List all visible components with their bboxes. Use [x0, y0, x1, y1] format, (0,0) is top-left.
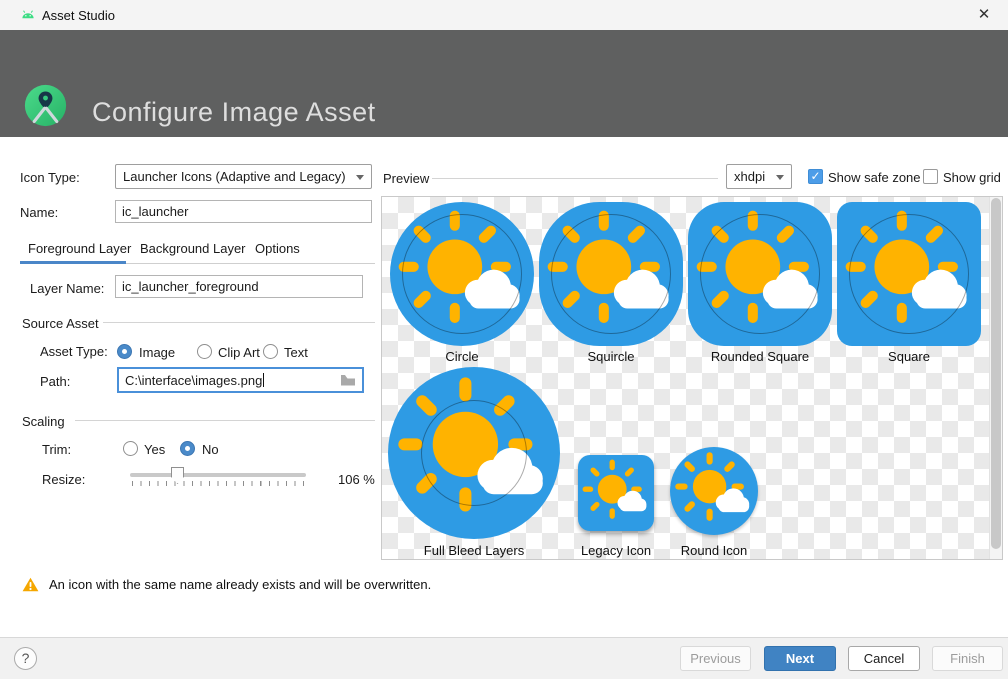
safe-zone-ring [402, 214, 523, 335]
preview-tile-round [670, 447, 758, 535]
name-input[interactable]: ic_launcher [115, 200, 372, 223]
icon-type-label: Icon Type: [20, 170, 80, 185]
tile-label-squircle: Squircle [588, 349, 635, 364]
slider-track[interactable] [130, 473, 306, 477]
radio-text-label[interactable]: Text [284, 345, 308, 360]
warning-message: An icon with the same name already exist… [22, 577, 431, 592]
name-value: ic_launcher [122, 204, 189, 219]
close-icon[interactable]: ✕ [970, 4, 998, 26]
radio-image-label[interactable]: Image [139, 345, 175, 360]
dialog-header: Configure Image Asset [0, 30, 1008, 137]
tile-label-legacy: Legacy Icon [581, 543, 651, 558]
layer-name-value: ic_launcher_foreground [122, 279, 259, 294]
preview-tile-legacy [578, 455, 654, 531]
density-value: xhdpi [734, 169, 765, 184]
warning-icon [22, 577, 39, 592]
folder-browse-icon[interactable] [340, 374, 356, 387]
warning-text: An icon with the same name already exist… [49, 577, 431, 592]
app-icon-squircle [539, 202, 683, 346]
preview-tile-rounded-square [688, 202, 832, 346]
name-label: Name: [20, 205, 58, 220]
path-label: Path: [40, 374, 70, 389]
preview-divider [432, 178, 718, 179]
help-icon[interactable]: ? [14, 647, 37, 670]
safe-zone-ring [551, 214, 672, 335]
resize-label: Resize: [42, 472, 85, 487]
tile-label-rounded-square: Rounded Square [711, 349, 809, 364]
finish-button: Finish [932, 646, 1003, 671]
path-value: C:\interface\images.png [125, 373, 262, 388]
asset-type-label: Asset Type: [40, 344, 108, 359]
radio-clip-art[interactable] [197, 344, 212, 359]
window-title: Asset Studio [42, 8, 115, 23]
layer-name-input[interactable]: ic_launcher_foreground [115, 275, 363, 298]
slider-ticks [132, 481, 304, 486]
radio-image[interactable] [117, 344, 132, 359]
trim-label: Trim: [42, 442, 71, 457]
radio-trim-yes[interactable] [123, 441, 138, 456]
radio-clip-art-label[interactable]: Clip Art [218, 345, 260, 360]
app-icon-round [670, 447, 758, 535]
cancel-button[interactable]: Cancel [848, 646, 920, 671]
scrollbar-thumb[interactable] [991, 198, 1001, 549]
android-head-icon [20, 7, 36, 23]
title-bar: Asset Studio ✕ [0, 0, 1008, 30]
layer-name-label: Layer Name: [30, 281, 104, 296]
icon-type-value: Launcher Icons (Adaptive and Legacy) [123, 169, 346, 184]
tile-label-square: Square [888, 349, 930, 364]
chevron-down-icon [356, 175, 364, 180]
android-studio-logo [23, 83, 68, 128]
tile-label-circle: Circle [445, 349, 478, 364]
tab-foreground-layer[interactable]: Foreground Layer [28, 241, 131, 256]
preview-tile-square [837, 202, 981, 346]
radio-trim-no-label[interactable]: No [202, 442, 219, 457]
next-button[interactable]: Next [764, 646, 836, 671]
app-icon-full-bleed [388, 367, 560, 539]
radio-text[interactable] [263, 344, 278, 359]
radio-trim-no[interactable] [180, 441, 195, 456]
text-caret [263, 373, 264, 387]
path-input[interactable]: C:\interface\images.png [117, 367, 364, 393]
chevron-down-icon [776, 175, 784, 180]
preview-panel: Circle Squircle Rounded Square Square Fu… [381, 196, 1003, 560]
preview-tile-full-bleed [388, 367, 560, 539]
app-icon-legacy [578, 455, 654, 531]
show-grid-label[interactable]: Show grid [943, 170, 1001, 185]
source-asset-section-label: Source Asset [22, 316, 99, 331]
page-title: Configure Image Asset [92, 97, 376, 128]
check-icon: ✓ [810, 169, 820, 183]
preview-tile-squircle [539, 202, 683, 346]
layer-tabs: Foreground Layer Background Layer Option… [20, 241, 375, 267]
source-asset-divider [103, 322, 375, 323]
tile-label-round: Round Icon [681, 543, 748, 558]
safe-zone-ring [700, 214, 821, 335]
tile-label-full-bleed: Full Bleed Layers [424, 543, 524, 558]
footer-bar: ? Previous Next Cancel Finish [0, 637, 1008, 679]
tab-background-layer[interactable]: Background Layer [140, 241, 246, 256]
icon-type-select[interactable]: Launcher Icons (Adaptive and Legacy) [115, 164, 372, 189]
show-safe-zone-label[interactable]: Show safe zone [828, 170, 921, 185]
tab-options[interactable]: Options [255, 241, 300, 256]
app-icon-square [837, 202, 981, 346]
scaling-section-label: Scaling [22, 414, 65, 429]
show-grid-checkbox[interactable] [923, 169, 938, 184]
radio-trim-yes-label[interactable]: Yes [144, 442, 165, 457]
density-select[interactable]: xhdpi [726, 164, 792, 189]
preview-scrollbar[interactable] [989, 197, 1002, 559]
previous-button: Previous [680, 646, 751, 671]
safe-zone-ring [849, 214, 970, 335]
app-icon-circle [390, 202, 534, 346]
safe-zone-ring [421, 400, 528, 507]
resize-slider[interactable] [130, 466, 306, 488]
preview-section-label: Preview [383, 171, 429, 186]
scaling-divider [75, 420, 375, 421]
resize-value: 106 % [338, 472, 375, 487]
app-icon-rounded-square [688, 202, 832, 346]
preview-tile-circle [390, 202, 534, 346]
show-safe-zone-checkbox[interactable]: ✓ [808, 169, 823, 184]
